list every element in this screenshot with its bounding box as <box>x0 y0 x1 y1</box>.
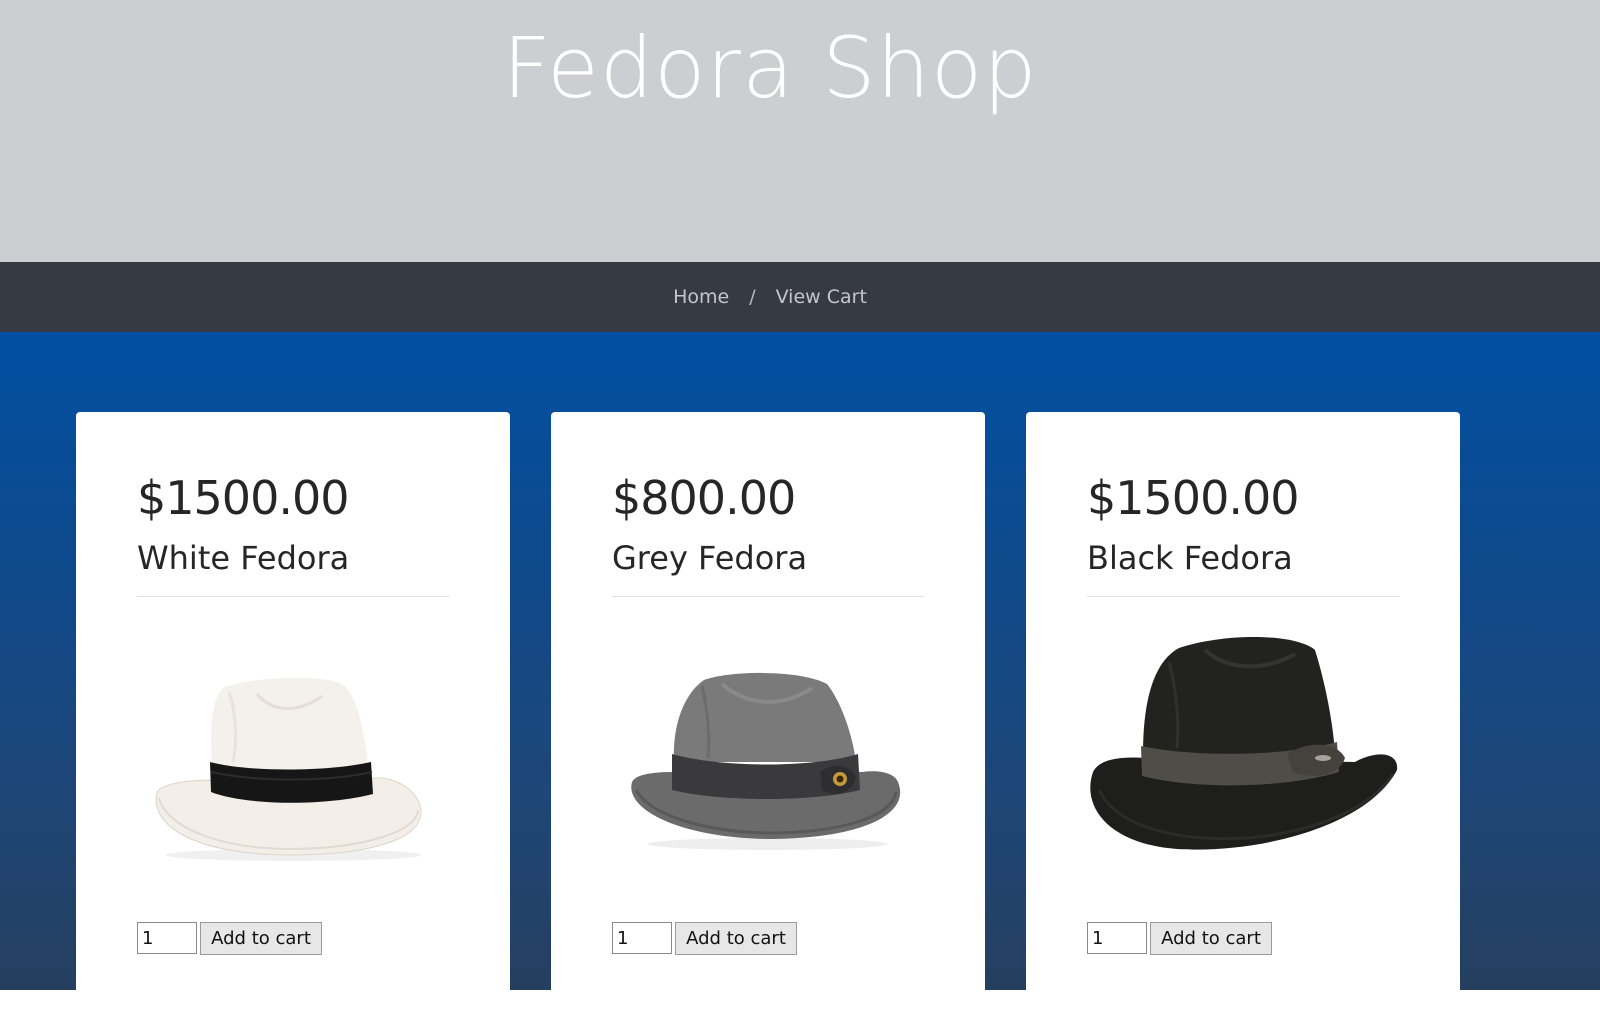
product-name: White Fedora <box>137 539 350 577</box>
quantity-input[interactable] <box>612 922 672 954</box>
product-price: $1500.00 <box>137 471 349 525</box>
product-name: Black Fedora <box>1087 539 1293 577</box>
shop-title: Fedora Shop <box>502 19 1038 117</box>
breadcrumb: Home / View Cart <box>0 262 1540 332</box>
white-fedora-image <box>137 622 450 872</box>
nav-home-link[interactable]: Home <box>673 286 729 308</box>
product-card: $800.00 Grey Fedora Add to cart <box>551 412 985 1012</box>
hero-banner: Fedora Shop <box>0 0 1600 262</box>
grey-fedora-image <box>612 622 925 872</box>
add-to-cart-button[interactable]: Add to cart <box>1150 922 1272 955</box>
product-price: $1500.00 <box>1087 471 1299 525</box>
divider <box>612 596 925 597</box>
divider <box>137 596 450 597</box>
add-to-cart-button[interactable]: Add to cart <box>675 922 797 955</box>
divider <box>1087 596 1400 597</box>
breadcrumb-separator: / <box>749 286 756 308</box>
product-price: $800.00 <box>612 471 796 525</box>
product-card: $1500.00 Black Fedora Add to cart <box>1026 412 1460 1012</box>
quantity-input[interactable] <box>137 922 197 954</box>
quantity-input[interactable] <box>1087 922 1147 954</box>
add-to-cart-button[interactable]: Add to cart <box>200 922 322 955</box>
black-fedora-image <box>1087 622 1400 872</box>
product-name: Grey Fedora <box>612 539 808 577</box>
product-card: $1500.00 White Fedora Add to cart <box>76 412 510 1012</box>
navbar: Home / View Cart <box>0 262 1600 332</box>
product-grid: $1500.00 White Fedora Add to cart $800.0… <box>0 332 1600 1012</box>
nav-view-cart-link[interactable]: View Cart <box>776 286 867 308</box>
